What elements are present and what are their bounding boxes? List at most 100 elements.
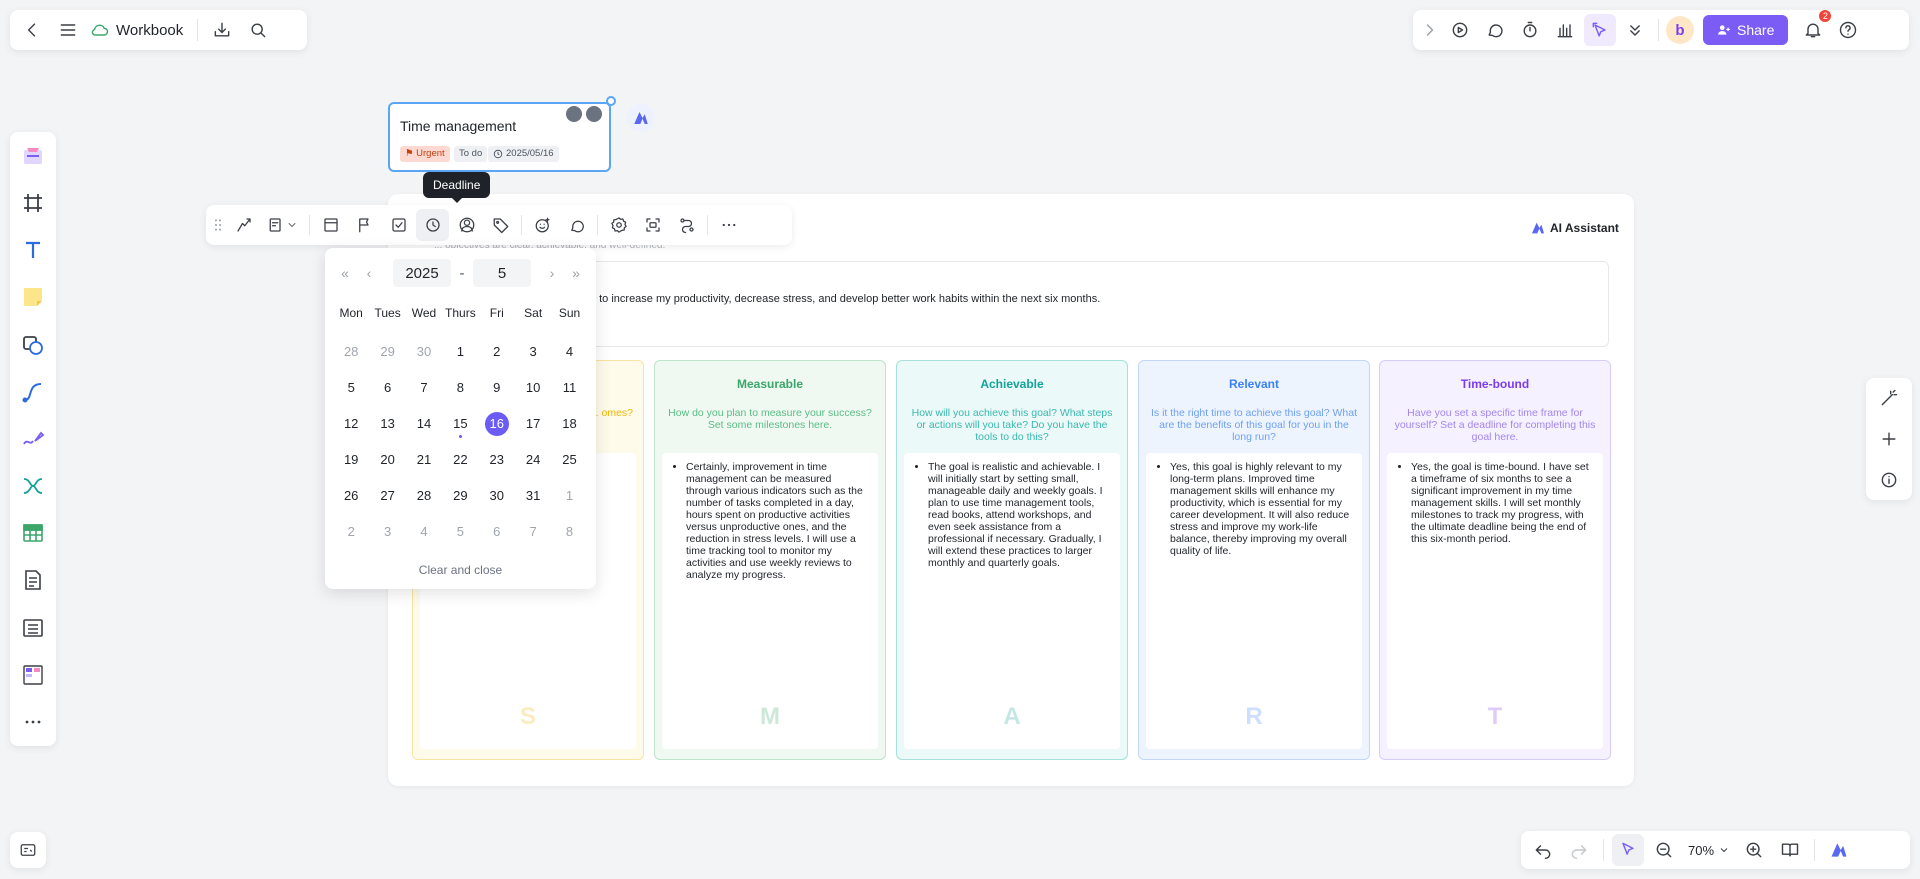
day-cell[interactable]: 28 bbox=[406, 486, 442, 506]
table-tool[interactable] bbox=[16, 515, 50, 551]
timer-button[interactable] bbox=[1514, 14, 1546, 46]
day-cell[interactable]: 4 bbox=[406, 522, 442, 542]
day-cell[interactable]: 5 bbox=[442, 522, 478, 542]
next-year-button[interactable]: » bbox=[564, 265, 588, 281]
day-cell[interactable]: 28 bbox=[333, 342, 369, 362]
day-cell[interactable]: 10 bbox=[515, 378, 551, 398]
zoom-out-button[interactable] bbox=[1648, 834, 1680, 866]
column-achievable[interactable]: Achievable How will you achieve this goa… bbox=[896, 360, 1128, 760]
drag-handle[interactable] bbox=[210, 209, 226, 241]
magic-wand-button[interactable] bbox=[1873, 382, 1905, 414]
day-cell[interactable]: 29 bbox=[442, 486, 478, 506]
card-link-icon[interactable] bbox=[566, 106, 582, 122]
reaction-button[interactable] bbox=[526, 209, 559, 241]
link-button[interactable] bbox=[670, 209, 703, 241]
kanban-tool[interactable] bbox=[16, 657, 50, 693]
priority-button[interactable] bbox=[348, 209, 381, 241]
comment-button[interactable] bbox=[1479, 14, 1511, 46]
day-cell[interactable]: 4 bbox=[551, 342, 587, 362]
day-cell[interactable]: 17 bbox=[515, 414, 551, 434]
settings-button[interactable] bbox=[602, 209, 635, 241]
prev-month-button[interactable]: ‹ bbox=[357, 265, 381, 281]
convert-button[interactable] bbox=[636, 209, 669, 241]
day-cell[interactable]: 16 bbox=[479, 412, 515, 436]
day-cell[interactable]: 7 bbox=[406, 378, 442, 398]
day-cell[interactable]: 3 bbox=[515, 342, 551, 362]
day-cell[interactable]: 21 bbox=[406, 450, 442, 470]
day-cell[interactable]: 20 bbox=[369, 450, 405, 470]
day-cell[interactable]: 12 bbox=[333, 414, 369, 434]
day-cell[interactable]: 1 bbox=[442, 342, 478, 362]
day-cell[interactable]: 22 bbox=[442, 450, 478, 470]
day-cell[interactable]: 15 bbox=[442, 414, 478, 438]
day-cell[interactable]: 6 bbox=[369, 378, 405, 398]
deadline-tag[interactable]: 2025/05/16 bbox=[488, 146, 559, 162]
day-cell[interactable]: 13 bbox=[369, 414, 405, 434]
task-card[interactable]: Time management ⚑ Urgent To do 2025/05/1… bbox=[388, 102, 611, 172]
day-cell[interactable]: 18 bbox=[551, 414, 587, 434]
day-cell[interactable]: 31 bbox=[515, 486, 551, 506]
vote-button[interactable] bbox=[1549, 14, 1581, 46]
mindmap-tool[interactable] bbox=[16, 468, 50, 504]
day-cell[interactable]: 5 bbox=[333, 378, 369, 398]
info-button[interactable] bbox=[1873, 464, 1905, 496]
connector-tool[interactable] bbox=[16, 374, 50, 410]
day-cell[interactable]: 24 bbox=[515, 450, 551, 470]
day-cell[interactable]: 8 bbox=[551, 522, 587, 542]
card-expand-icon[interactable] bbox=[586, 106, 602, 122]
year-select[interactable]: 2025 bbox=[393, 259, 451, 287]
text-tool[interactable] bbox=[16, 232, 50, 268]
day-cell[interactable]: 26 bbox=[333, 486, 369, 506]
avatar[interactable]: b bbox=[1666, 16, 1694, 44]
list-tool[interactable] bbox=[16, 610, 50, 646]
prev-year-button[interactable]: « bbox=[333, 265, 357, 281]
day-cell[interactable]: 11 bbox=[551, 378, 587, 398]
day-cell[interactable]: 3 bbox=[369, 522, 405, 542]
more-options-button[interactable] bbox=[712, 209, 745, 241]
assignee-button[interactable] bbox=[450, 209, 483, 241]
day-cell[interactable]: 7 bbox=[515, 522, 551, 542]
card-ai-button[interactable] bbox=[627, 104, 655, 132]
month-select[interactable]: 5 bbox=[473, 259, 531, 287]
shape-tool[interactable] bbox=[16, 327, 50, 363]
book-view-button[interactable] bbox=[1774, 834, 1806, 866]
follow-cursor-button[interactable] bbox=[1584, 14, 1616, 46]
day-cell[interactable]: 19 bbox=[333, 450, 369, 470]
day-cell[interactable]: 29 bbox=[369, 342, 405, 362]
share-button[interactable]: Share bbox=[1703, 15, 1789, 45]
card-title[interactable]: Time management bbox=[400, 118, 516, 134]
help-button[interactable] bbox=[1832, 14, 1864, 46]
document-title[interactable]: Workbook bbox=[116, 22, 183, 39]
day-cell[interactable]: 30 bbox=[406, 342, 442, 362]
comment-button[interactable] bbox=[560, 209, 593, 241]
column-time-bound[interactable]: Time-bound Have you set a specific time … bbox=[1379, 360, 1611, 760]
templates-tool[interactable] bbox=[16, 138, 50, 174]
sticky-note-tool[interactable] bbox=[16, 279, 50, 315]
zoom-in-button[interactable] bbox=[1738, 834, 1770, 866]
pen-tool[interactable] bbox=[16, 421, 50, 457]
more-tools-button[interactable] bbox=[16, 704, 50, 740]
redo-button[interactable] bbox=[1563, 834, 1595, 866]
priority-tag[interactable]: ⚑ Urgent bbox=[400, 146, 450, 162]
back-button[interactable] bbox=[16, 14, 48, 46]
day-cell[interactable]: 2 bbox=[333, 522, 369, 542]
minimap-button[interactable] bbox=[10, 832, 46, 868]
ai-assistant-button[interactable]: AI Assistant bbox=[1530, 220, 1619, 236]
frame-tool[interactable] bbox=[16, 185, 50, 221]
undo-button[interactable] bbox=[1527, 834, 1559, 866]
search-button[interactable] bbox=[242, 14, 274, 46]
card-style-dropdown[interactable] bbox=[261, 209, 305, 241]
tag-button[interactable] bbox=[484, 209, 517, 241]
zoom-level-dropdown[interactable]: 70% bbox=[1684, 843, 1734, 858]
card-resize-handle[interactable] bbox=[606, 96, 616, 106]
day-cell[interactable]: 30 bbox=[479, 486, 515, 506]
day-cell[interactable]: 25 bbox=[551, 450, 587, 470]
day-cell[interactable]: 6 bbox=[479, 522, 515, 542]
select-tool-button[interactable] bbox=[1612, 834, 1644, 866]
column-measurable[interactable]: Measurable How do you plan to measure yo… bbox=[654, 360, 886, 760]
day-cell[interactable]: 1 bbox=[551, 486, 587, 506]
day-cell[interactable]: 2 bbox=[479, 342, 515, 362]
column-relevant[interactable]: Relevant Is it the right time to achieve… bbox=[1138, 360, 1370, 760]
notifications-button[interactable]: 2 bbox=[1797, 10, 1832, 46]
next-month-button[interactable]: › bbox=[540, 265, 564, 281]
